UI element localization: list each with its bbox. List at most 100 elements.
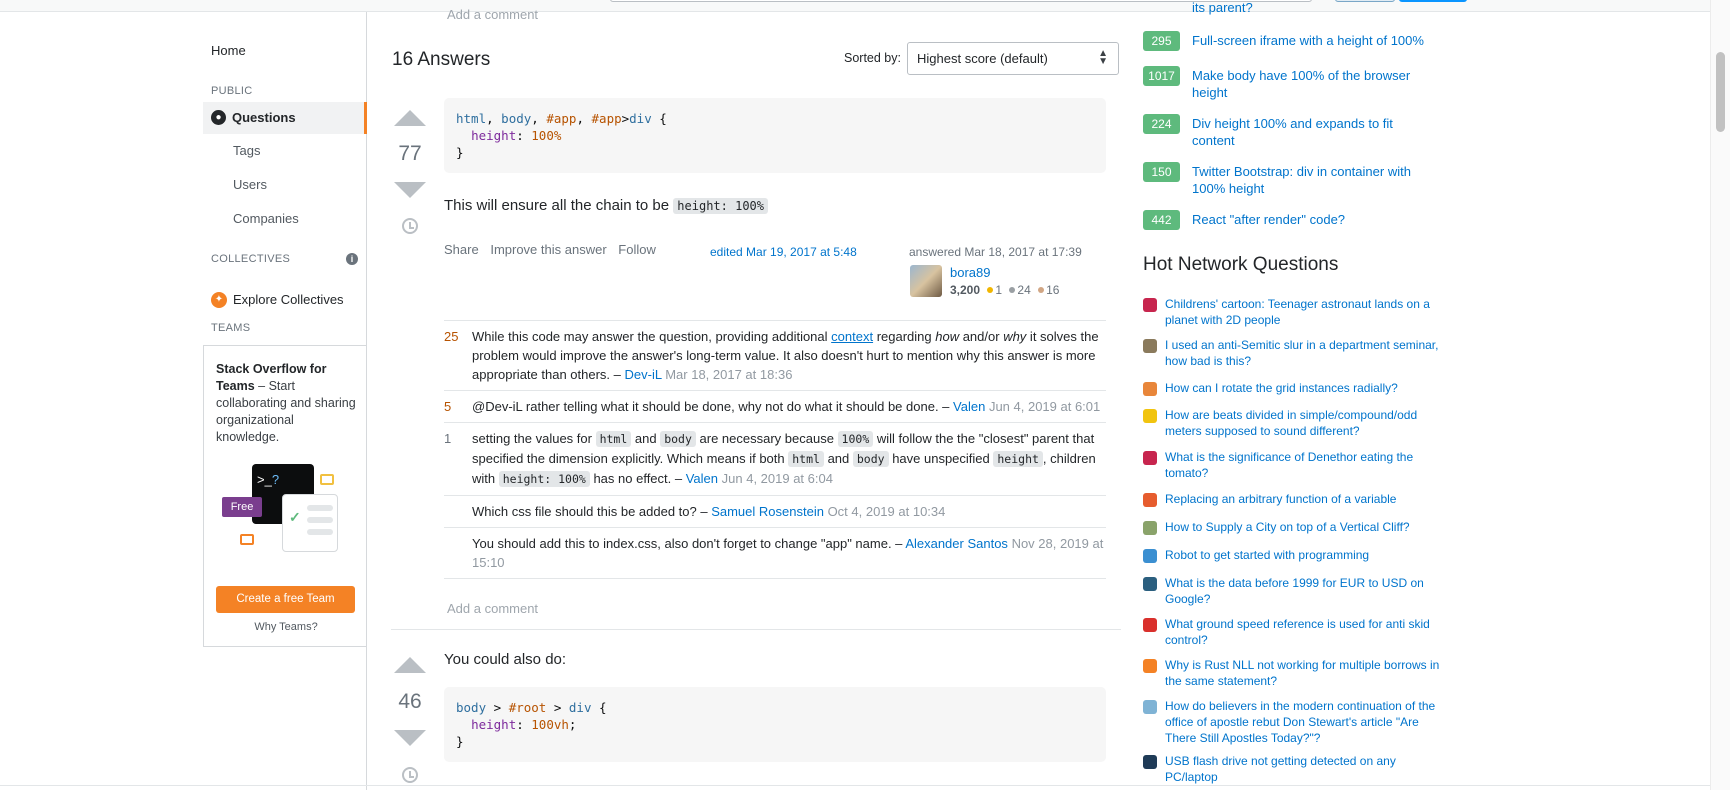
nav-questions-label: Questions [232, 110, 296, 125]
avatar[interactable] [910, 265, 942, 297]
hot-network-question-link[interactable]: Childrens' cartoon: Teenager astronaut l… [1165, 296, 1440, 328]
hot-network-question-link[interactable]: Replacing an arbitrary function of a var… [1165, 491, 1440, 507]
nav-explore-collectives[interactable]: Explore Collectives [233, 292, 344, 307]
public-heading: PUBLIC [211, 85, 253, 97]
follow-link[interactable]: Follow [618, 242, 656, 257]
related-question-link[interactable]: Full-screen iframe with a height of 100% [1192, 32, 1432, 49]
comment: 1 setting the values for html and body a… [444, 423, 1106, 496]
site-icon [1143, 339, 1157, 353]
nav-companies[interactable]: Companies [233, 211, 299, 226]
vote-count: 46 [398, 690, 422, 713]
site-icon [1143, 409, 1157, 423]
related-question-link[interactable]: Twitter Bootstrap: div in container with… [1192, 163, 1432, 197]
hot-network-question-link[interactable]: How are beats divided in simple/compound… [1165, 407, 1440, 439]
scrollbar-thumb[interactable] [1716, 52, 1725, 132]
scrollbar[interactable] [1710, 0, 1730, 790]
improve-answer-link[interactable]: Improve this answer [490, 242, 606, 257]
hot-network-question-link[interactable]: How to Supply a City on top of a Vertica… [1165, 519, 1440, 535]
inline-code: height [993, 451, 1043, 467]
sort-select-value: Highest score (default) [917, 51, 1048, 66]
site-icon [1143, 382, 1157, 396]
code-block: html, body, #app, #app>div { height: 100… [444, 98, 1106, 173]
hot-network-question-link[interactable]: What is the data before 1999 for EUR to … [1165, 575, 1440, 607]
inline-code: html [788, 451, 824, 467]
comment-author[interactable]: Alexander Santos [905, 536, 1008, 551]
add-comment-link[interactable]: Add a comment [447, 7, 538, 22]
upvote-button[interactable] [394, 657, 426, 673]
comment-text: have unspecified [888, 451, 994, 466]
edited-link[interactable]: edited Mar 19, 2017 at 5:48 [710, 245, 857, 259]
comment-text: and/or [959, 329, 1004, 344]
related-score: 295 [1143, 31, 1180, 51]
history-icon[interactable] [402, 767, 418, 783]
teams-illustration: >_? ✓ Free [222, 464, 347, 559]
downvote-button[interactable] [394, 730, 426, 746]
chat-bubble-icon [240, 534, 254, 545]
comment-score: 25 [444, 329, 459, 344]
comment-list: 25 While this code may answer the questi… [444, 320, 1106, 579]
comment-date: Jun 4, 2019 at 6:01 [988, 399, 1101, 414]
answers-heading: 16 Answers [392, 49, 491, 70]
gold-badge-icon [987, 287, 994, 293]
hot-network-question-link[interactable]: Robot to get started with programming [1165, 547, 1440, 563]
silver-count: 24 [1017, 283, 1031, 297]
answered-time: answered Mar 18, 2017 at 17:39 [909, 245, 1082, 259]
checklist-icon: ✓ [282, 494, 338, 552]
teams-description: Stack Overflow for Teams – Start collabo… [216, 361, 356, 446]
comment: Which css file should this be added to? … [444, 496, 1106, 528]
downvote-button[interactable] [394, 182, 426, 198]
comment-text: and [823, 451, 853, 466]
answer-text: You could also do: [444, 651, 567, 668]
related-question-link[interactable]: Make body have 100% of the browser heigh… [1192, 67, 1432, 101]
add-comment-link[interactable]: Add a comment [447, 601, 538, 616]
comment-text: @Dev-iL rather telling what it should be… [472, 399, 954, 414]
comment-author[interactable]: Samuel Rosenstein [711, 504, 824, 519]
context-link[interactable]: context [831, 329, 873, 344]
site-icon [1143, 700, 1157, 714]
related-question-link[interactable]: its parent? [1192, 0, 1253, 15]
collectives-heading: COLLECTIVES [211, 253, 291, 265]
code-block: body > #root > div { height: 100vh; } [444, 687, 1106, 762]
chat-bubble-icon [320, 474, 334, 485]
sort-select[interactable]: Highest score (default) ▲ ▼ [907, 42, 1119, 75]
comment-author[interactable]: Valen [953, 399, 985, 414]
related-question-link[interactable]: React "after render" code? [1192, 211, 1432, 228]
site-icon [1143, 298, 1157, 312]
related-score: 150 [1143, 162, 1180, 182]
comment-text: Which css file should this be added to? … [472, 504, 712, 519]
upvote-button[interactable] [394, 110, 426, 126]
history-icon[interactable] [402, 218, 418, 234]
comment-text: are necessary because [695, 431, 838, 446]
comment-text: You should add this to index.css, also d… [472, 536, 906, 551]
nav-tags[interactable]: Tags [233, 143, 260, 158]
hot-network-question-link[interactable]: How can I rotate the grid instances radi… [1165, 380, 1440, 396]
create-team-button[interactable]: Create a free Team [216, 586, 355, 613]
comment-author[interactable]: Valen [686, 471, 718, 486]
post-menu: Share Improve this answer Follow [444, 242, 656, 257]
site-icon [1143, 521, 1157, 535]
user-name[interactable]: bora89 [950, 265, 990, 280]
hot-network-question-link[interactable]: What is the significance of Denethor eat… [1165, 449, 1440, 481]
hot-network-question-link[interactable]: Why is Rust NLL not working for multiple… [1165, 657, 1440, 689]
hot-network-question-link[interactable]: What ground speed reference is used for … [1165, 616, 1440, 648]
info-icon[interactable]: i [346, 253, 358, 265]
nav-questions[interactable]: ● Questions [203, 102, 367, 134]
collectives-icon: ✦ [211, 292, 227, 308]
hot-network-question-link[interactable]: How do believers in the modern continuat… [1165, 698, 1440, 746]
comment: 25 While this code may answer the questi… [444, 321, 1106, 391]
divider [0, 785, 1710, 786]
hot-network-question-link[interactable]: I used an anti-Semitic slur in a departm… [1165, 337, 1440, 369]
comment-author[interactable]: Dev-iL [625, 367, 662, 382]
related-question-link[interactable]: Div height 100% and expands to fit conte… [1192, 115, 1432, 149]
free-badge: Free [222, 497, 262, 517]
site-icon [1143, 618, 1157, 632]
site-icon [1143, 493, 1157, 507]
nav-home[interactable]: Home [211, 43, 246, 58]
nav-users[interactable]: Users [233, 177, 267, 192]
comment-date: Mar 18, 2017 at 18:36 [665, 367, 793, 382]
share-link[interactable]: Share [444, 242, 479, 257]
bronze-badge-icon [1038, 287, 1045, 293]
hot-network-question-link[interactable]: USB flash drive not getting detected on … [1165, 753, 1440, 785]
gold-count: 1 [995, 283, 1003, 297]
why-teams-link[interactable]: Why Teams? [204, 621, 368, 633]
